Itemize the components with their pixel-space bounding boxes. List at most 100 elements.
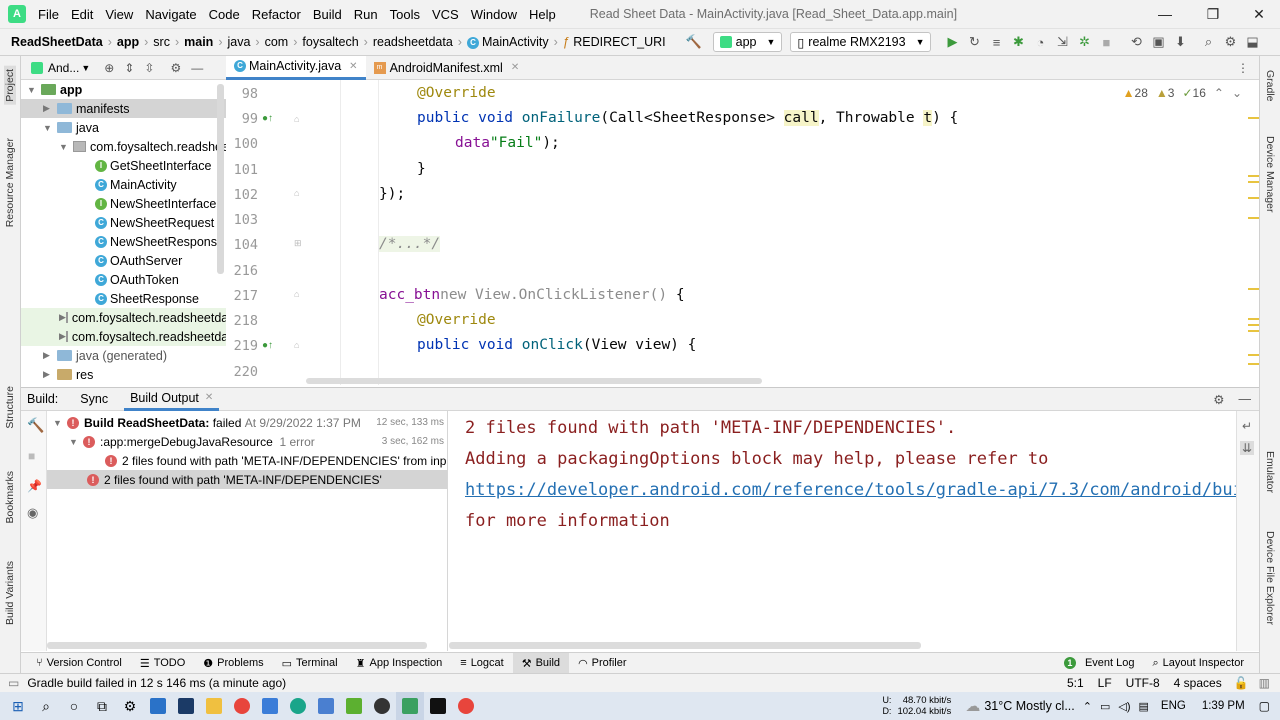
breadcrumb-java[interactable]: java: [224, 35, 253, 49]
windows-start-icon[interactable]: ⊞: [4, 692, 32, 720]
menu-tools[interactable]: Tools: [384, 7, 426, 22]
menu-help[interactable]: Help: [523, 7, 562, 22]
stop-icon[interactable]: ■: [1095, 31, 1117, 53]
breadcrumb-main[interactable]: main: [181, 35, 216, 49]
menu-navigate[interactable]: Navigate: [139, 7, 202, 22]
close-tab-icon[interactable]: ✕: [349, 61, 357, 72]
tab-logcat[interactable]: ≡ Logcat: [451, 653, 512, 674]
build-tree-row-error[interactable]: ! 2 files found with path 'META-INF/DEPEN…: [47, 451, 447, 470]
resource-manager-tool-tab[interactable]: Resource Manager: [4, 138, 16, 227]
tab-mainactivity[interactable]: C MainActivity.java ✕: [226, 55, 366, 80]
camtasia-app-icon[interactable]: [340, 692, 368, 720]
tree-item-manifests[interactable]: ▶ manifests: [21, 99, 226, 118]
horizontal-scrollbar[interactable]: [306, 378, 762, 384]
breadcrumb-foysaltech[interactable]: foysaltech: [299, 35, 361, 49]
breadcrumb-project[interactable]: ReadSheetData: [8, 35, 106, 49]
chrome2-app-icon[interactable]: [452, 692, 480, 720]
tab-build[interactable]: ⚒ Build: [512, 652, 570, 674]
collapse-icon[interactable]: ⬓: [1241, 31, 1263, 53]
collapse-all-icon[interactable]: ⇳: [144, 61, 154, 75]
tree-item-package-androidtest[interactable]: ▶ com.foysaltech.readsheetdata: [21, 327, 226, 346]
menu-vcs[interactable]: VCS: [426, 7, 465, 22]
tree-item-oauthtoken[interactable]: C OAuthToken: [95, 270, 179, 289]
build-tree-row-error-selected[interactable]: ! 2 files found with path 'META-INF/DEPEN…: [47, 470, 447, 489]
settings-app-icon[interactable]: ⚙: [116, 692, 144, 720]
menu-build[interactable]: Build: [307, 7, 348, 22]
explorer-app-icon[interactable]: [200, 692, 228, 720]
tree-item-oauthserver[interactable]: C OAuthServer: [95, 251, 182, 270]
structure-tool-tab[interactable]: Structure: [4, 386, 16, 429]
run-icon[interactable]: ▶: [941, 31, 963, 53]
tree-item-mainactivity[interactable]: C MainActivity: [95, 175, 177, 194]
tree-scrollbar[interactable]: [217, 84, 224, 274]
close-tab-icon[interactable]: ✕: [205, 392, 213, 403]
next-highlight-icon[interactable]: ⌄: [1232, 86, 1242, 100]
gear-icon[interactable]: ⚙: [1213, 392, 1224, 407]
menu-run[interactable]: Run: [348, 7, 384, 22]
drawing-app-icon[interactable]: [256, 692, 284, 720]
apply-changes-icon[interactable]: ↻: [963, 31, 985, 53]
close-tab-icon[interactable]: ✕: [511, 62, 519, 73]
device-file-explorer-tool-tab[interactable]: Device File Explorer: [1264, 531, 1276, 625]
tab-sync[interactable]: Sync: [74, 392, 114, 406]
horizontal-scrollbar[interactable]: [47, 642, 427, 649]
notifications-icon[interactable]: ▢: [1259, 699, 1270, 713]
obs-app-icon[interactable]: [368, 692, 396, 720]
breadcrumb-module[interactable]: app: [114, 35, 142, 49]
tab-app-inspection[interactable]: ♜ App Inspection: [347, 653, 452, 674]
project-tool-tab[interactable]: Project: [4, 66, 16, 105]
menu-window[interactable]: Window: [465, 7, 523, 22]
fold-icon[interactable]: ⌂: [294, 340, 299, 350]
tab-androidmanifest[interactable]: m AndroidManifest.xml ✕: [366, 56, 528, 80]
pin-icon[interactable]: 📌: [27, 479, 42, 493]
debug-attach-icon[interactable]: ✲: [1073, 31, 1095, 53]
fold-icon[interactable]: ⊞: [294, 238, 302, 249]
search-icon[interactable]: ⌕: [32, 692, 60, 720]
hide-panel-icon[interactable]: —: [191, 61, 203, 75]
emulator-tool-tab[interactable]: Emulator: [1264, 451, 1276, 493]
volume-icon[interactable]: ◁): [1118, 700, 1130, 713]
memory-indicator-icon[interactable]: ▥: [1259, 676, 1270, 690]
horizontal-scrollbar[interactable]: [449, 642, 921, 649]
device-manager-icon[interactable]: ▣: [1147, 31, 1169, 53]
breadcrumb-field[interactable]: ƒ REDIRECT_URI: [560, 35, 669, 49]
attach-debugger-icon[interactable]: ⇲: [1051, 31, 1073, 53]
input-language[interactable]: ENG: [1161, 700, 1186, 712]
device-select[interactable]: ▯ realme RMX2193 ▼: [790, 32, 932, 52]
tab-version-control[interactable]: ⑂ Version Control: [27, 653, 131, 674]
network-icon[interactable]: ▤: [1139, 700, 1149, 713]
restore-icon[interactable]: ❐: [1190, 0, 1236, 28]
tree-item-newsheetinterface[interactable]: I NewSheetInterface: [95, 194, 216, 213]
tree-item-java-generated[interactable]: ▶ java (generated): [43, 346, 167, 365]
menu-file[interactable]: File: [32, 7, 65, 22]
rebuild-hammer-icon[interactable]: 🔨: [27, 417, 44, 434]
hammer-icon[interactable]: 🔨: [683, 31, 705, 53]
photoshop-app-icon[interactable]: [172, 692, 200, 720]
soft-wrap-icon[interactable]: ↵: [1242, 419, 1252, 433]
build-output-console[interactable]: 2 files found with path 'META-INF/DEPEND…: [449, 411, 1236, 651]
build-variants-tool-tab[interactable]: Build Variants: [4, 561, 16, 625]
android-studio-app-icon[interactable]: [396, 692, 424, 720]
tree-item-newsheetrequest[interactable]: C NewSheetRequest: [95, 213, 214, 232]
project-view-selector[interactable]: And...: [48, 61, 79, 75]
gear-icon[interactable]: ⚙: [170, 61, 181, 75]
file-encoding[interactable]: UTF-8: [1126, 676, 1160, 690]
caret-position[interactable]: 5:1: [1067, 676, 1084, 690]
fold-icon[interactable]: ⌂: [294, 114, 299, 124]
breadcrumb-class[interactable]: C MainActivity: [464, 35, 552, 49]
tree-item-getsheetinterface[interactable]: I GetSheetInterface: [95, 156, 211, 175]
close-icon[interactable]: ✕: [1236, 0, 1280, 28]
tree-item-res[interactable]: ▶ res: [43, 365, 93, 384]
menu-code[interactable]: Code: [203, 7, 246, 22]
debug-icon[interactable]: ✱: [1007, 31, 1029, 53]
tree-item-package-test[interactable]: ▶ com.foysaltech.readsheetdata: [21, 308, 226, 327]
sdk-manager-icon[interactable]: ⬇: [1169, 31, 1191, 53]
fold-icon[interactable]: ⌂: [294, 289, 299, 299]
bookmarks-tool-tab[interactable]: Bookmarks: [4, 471, 16, 524]
mail-app-icon[interactable]: [144, 692, 172, 720]
breadcrumb-src[interactable]: src: [150, 35, 173, 49]
tab-layout-inspector[interactable]: ⌕ Layout Inspector: [1143, 653, 1253, 674]
eye-icon[interactable]: ◉: [27, 505, 38, 521]
line-separator[interactable]: LF: [1098, 676, 1112, 690]
scroll-to-end-icon[interactable]: ⇊: [1240, 441, 1255, 455]
